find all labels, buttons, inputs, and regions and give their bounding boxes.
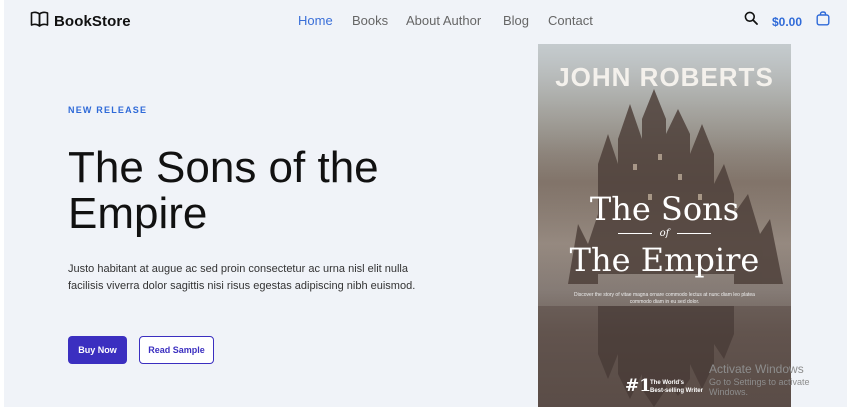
- cover-rank-line2: Best-selling Writer: [650, 388, 703, 394]
- cart-total[interactable]: $0.00: [772, 15, 802, 29]
- cover-blurb: Discover the story of vitae magna ornare…: [574, 292, 755, 305]
- cover-rank: #1: [625, 376, 652, 396]
- activate-windows-subtitle: Go to Settings to activate Windows.: [709, 377, 810, 397]
- nav-item-home[interactable]: Home: [298, 13, 333, 28]
- cover-title-of: of: [538, 228, 791, 239]
- hero-description: Justo habitant at augue ac sed proin con…: [68, 263, 416, 292]
- nav-item-blog[interactable]: Blog: [503, 13, 529, 28]
- open-book-icon: [30, 11, 49, 32]
- window-frame-left: [0, 0, 4, 407]
- hero-eyebrow: NEW RELEASE: [68, 105, 148, 115]
- read-sample-button[interactable]: Read Sample: [139, 336, 214, 364]
- cover-rank-text: The World's Best-selling Writer: [650, 379, 703, 395]
- buy-now-button[interactable]: Buy Now: [68, 336, 127, 364]
- cover-author: JOHN ROBERTS: [555, 62, 774, 92]
- nav-item-contact[interactable]: Contact: [548, 13, 593, 28]
- nav-item-about-author[interactable]: About Author: [406, 13, 481, 28]
- hero-title: The Sons of the Empire: [68, 143, 379, 238]
- search-icon[interactable]: [744, 11, 758, 30]
- brand-name: BookStore: [54, 13, 131, 30]
- window-frame-right: [847, 0, 851, 407]
- nav-item-books[interactable]: Books: [352, 13, 388, 28]
- cover-of-text: of: [659, 228, 670, 239]
- cover-title-line1: The Sons: [589, 190, 740, 228]
- shopping-bag-icon[interactable]: [816, 11, 830, 31]
- brand-logo[interactable]: BookStore: [30, 11, 131, 32]
- cover-rank-line1: The World's: [650, 380, 684, 386]
- cover-title-line2: The Empire: [569, 241, 760, 279]
- activate-windows-title: Activate Windows: [709, 362, 804, 376]
- book-cover[interactable]: JOHN ROBERTS The Sons of The Empire Disc…: [538, 44, 791, 407]
- site-header: BookStore Home Books About Author Blog C…: [4, 0, 847, 44]
